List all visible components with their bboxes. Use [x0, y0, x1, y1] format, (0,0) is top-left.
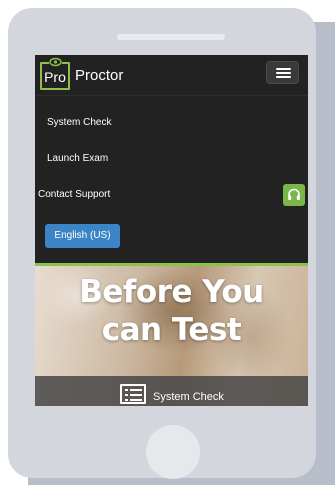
phone-screen: Pro Proctor System Check Launch Exam Con… [35, 55, 308, 406]
menu-toggle-button[interactable] [266, 61, 299, 84]
eye-icon [49, 57, 62, 67]
nav-item-system-check[interactable]: System Check [47, 117, 111, 129]
checklist-icon [120, 384, 146, 404]
hamburger-icon-bar [276, 68, 291, 70]
logo-text: Proctor [75, 67, 124, 84]
logo-box-text: Pro [44, 69, 66, 85]
logo[interactable]: Pro [40, 57, 70, 90]
hero-title-line1: Before You [79, 274, 264, 310]
nav-item-contact-support[interactable]: Contact Support [38, 189, 110, 201]
phone-speaker [117, 34, 225, 40]
hero-title: Before You can Test [35, 273, 308, 349]
hamburger-icon-bar [276, 72, 291, 74]
headset-icon[interactable] [283, 184, 305, 206]
hero-banner: Before You can Test System Check [35, 263, 308, 406]
phone-home-button [146, 425, 200, 479]
hamburger-icon-bar [276, 76, 291, 78]
system-check-band-label: System Check [153, 391, 224, 403]
nav-divider [35, 95, 308, 96]
language-button[interactable]: English (US) [45, 224, 120, 248]
nav-item-launch-exam[interactable]: Launch Exam [47, 153, 108, 165]
navbar: Pro Proctor [35, 55, 308, 95]
hero-title-line2: can Test [101, 312, 242, 348]
system-check-band[interactable]: System Check [35, 376, 308, 406]
